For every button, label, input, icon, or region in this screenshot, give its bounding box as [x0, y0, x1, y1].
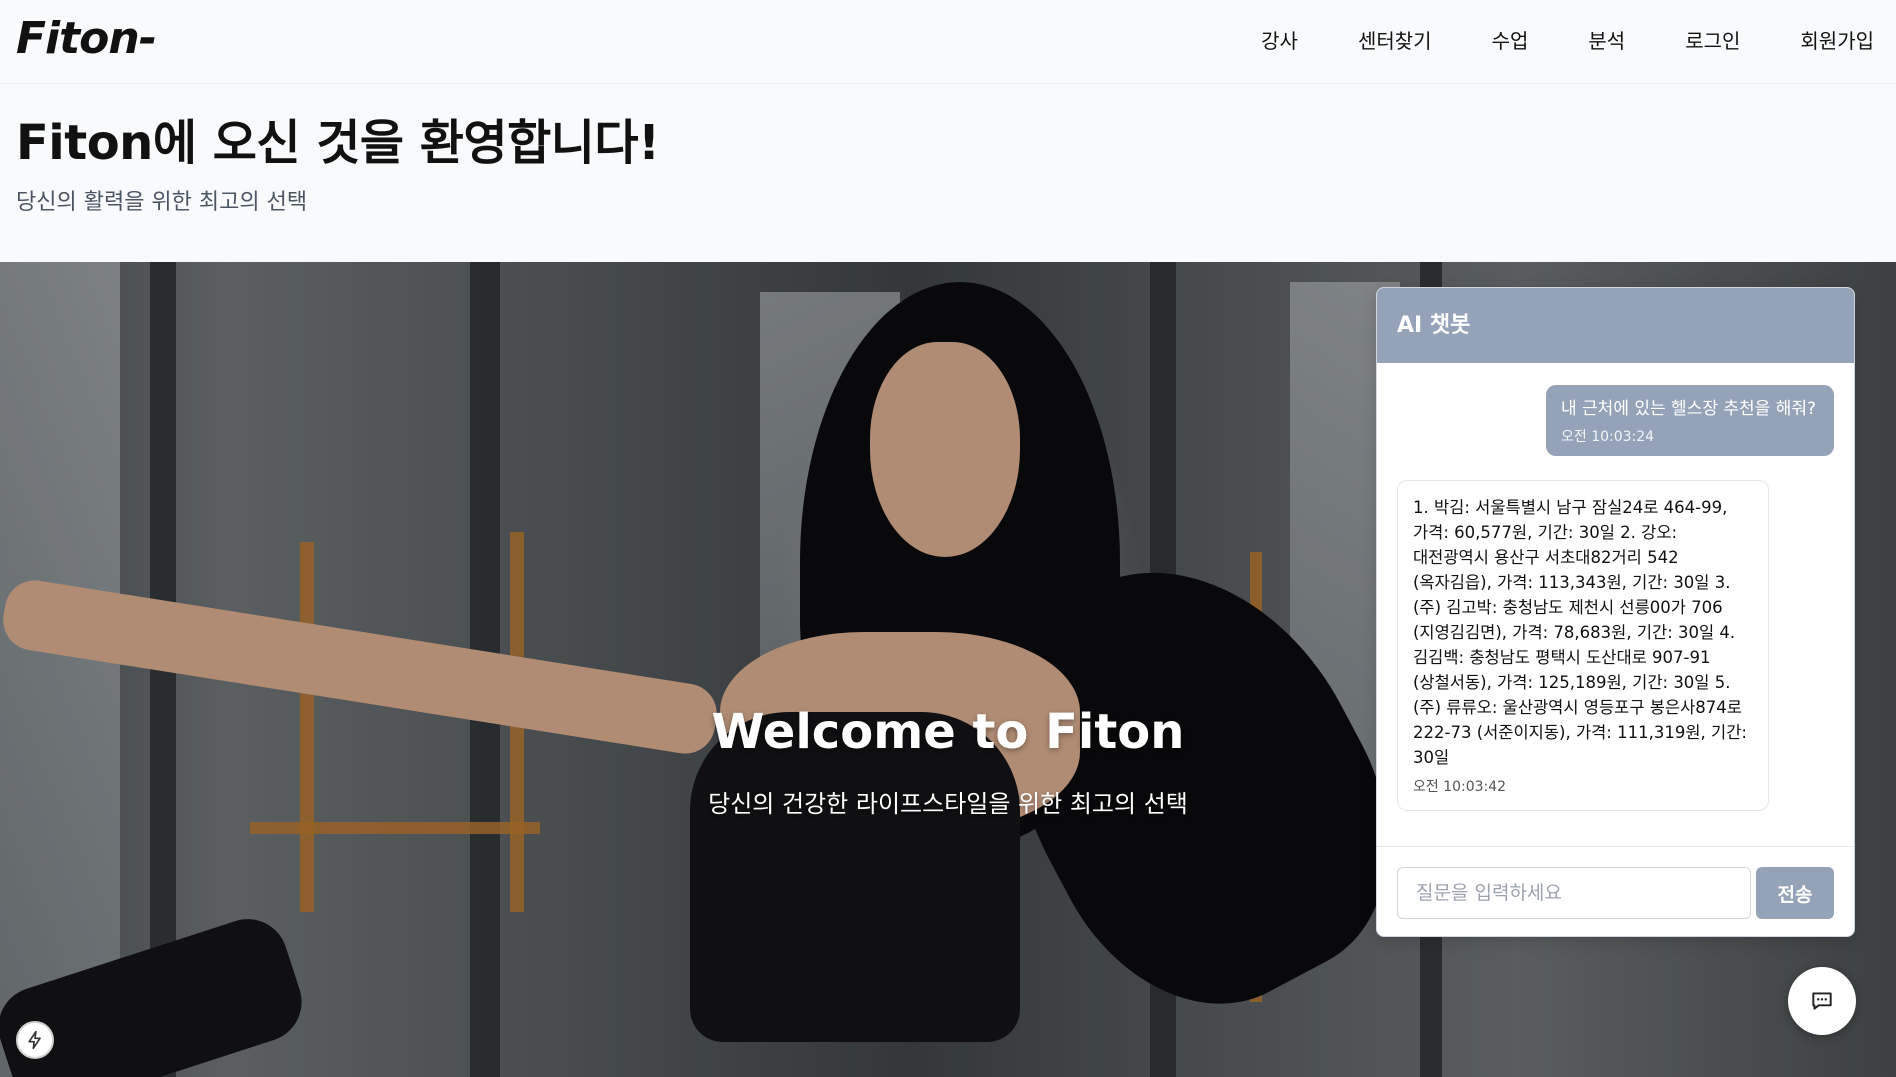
message-time: 오전 10:03:42 — [1413, 779, 1507, 795]
bot-message: 1. 박김: 서울특별시 남구 잠실24로 464-99, 가격: 60,577… — [1397, 480, 1769, 811]
intro-section: Fiton에 오신 것을 환영합니다! 당신의 활력을 위한 최고의 선택 — [16, 112, 1216, 218]
fiton-logo[interactable]: Fiton- — [16, 14, 157, 64]
chat-bubble-icon — [1812, 992, 1832, 1010]
user-message: 내 근처에 있는 헬스장 추천을 해줘? 오전 10:03:24 — [1546, 385, 1834, 456]
nav-item-classes[interactable]: 수업 — [1492, 24, 1529, 58]
chat-header: AI 챗봇 — [1377, 288, 1854, 363]
lightning-icon — [28, 1030, 41, 1050]
page-subtitle: 당신의 활력을 위한 최고의 선택 — [16, 190, 308, 215]
nav-item-analysis[interactable]: 분석 — [1588, 24, 1625, 58]
nav-item-instructors[interactable]: 강사 — [1261, 24, 1298, 58]
ai-chatbot-panel: AI 챗봇 내 근처에 있는 헬스장 추천을 해줘? 오전 10:03:24 1… — [1376, 287, 1855, 937]
nav-item-find-center[interactable]: 센터찾기 — [1358, 24, 1432, 58]
message-text: 내 근처에 있는 헬스장 추천을 해줘? — [1561, 399, 1817, 419]
chat-input-bar: 전송 — [1377, 846, 1854, 936]
page-title: Fiton에 오신 것을 환영합니다! — [16, 115, 660, 171]
chat-question-input[interactable] — [1397, 867, 1751, 919]
chat-toggle-button[interactable] — [1788, 967, 1856, 1035]
message-text: 1. 박김: 서울특별시 남구 잠실24로 464-99, 가격: 60,577… — [1413, 498, 1747, 767]
lightning-badge-button[interactable] — [16, 1021, 54, 1059]
send-button[interactable]: 전송 — [1756, 867, 1834, 919]
nav-item-signup[interactable]: 회원가입 — [1800, 24, 1874, 58]
chat-messages[interactable]: 내 근처에 있는 헬스장 추천을 해줘? 오전 10:03:24 1. 박김: … — [1377, 363, 1854, 848]
top-navbar: Fiton- 강사 센터찾기 수업 분석 로그인 회원가입 — [0, 0, 1896, 84]
message-time: 오전 10:03:24 — [1561, 429, 1655, 445]
main-nav: 강사 센터찾기 수업 분석 로그인 회원가입 — [1201, 24, 1874, 58]
nav-item-login[interactable]: 로그인 — [1685, 24, 1740, 58]
